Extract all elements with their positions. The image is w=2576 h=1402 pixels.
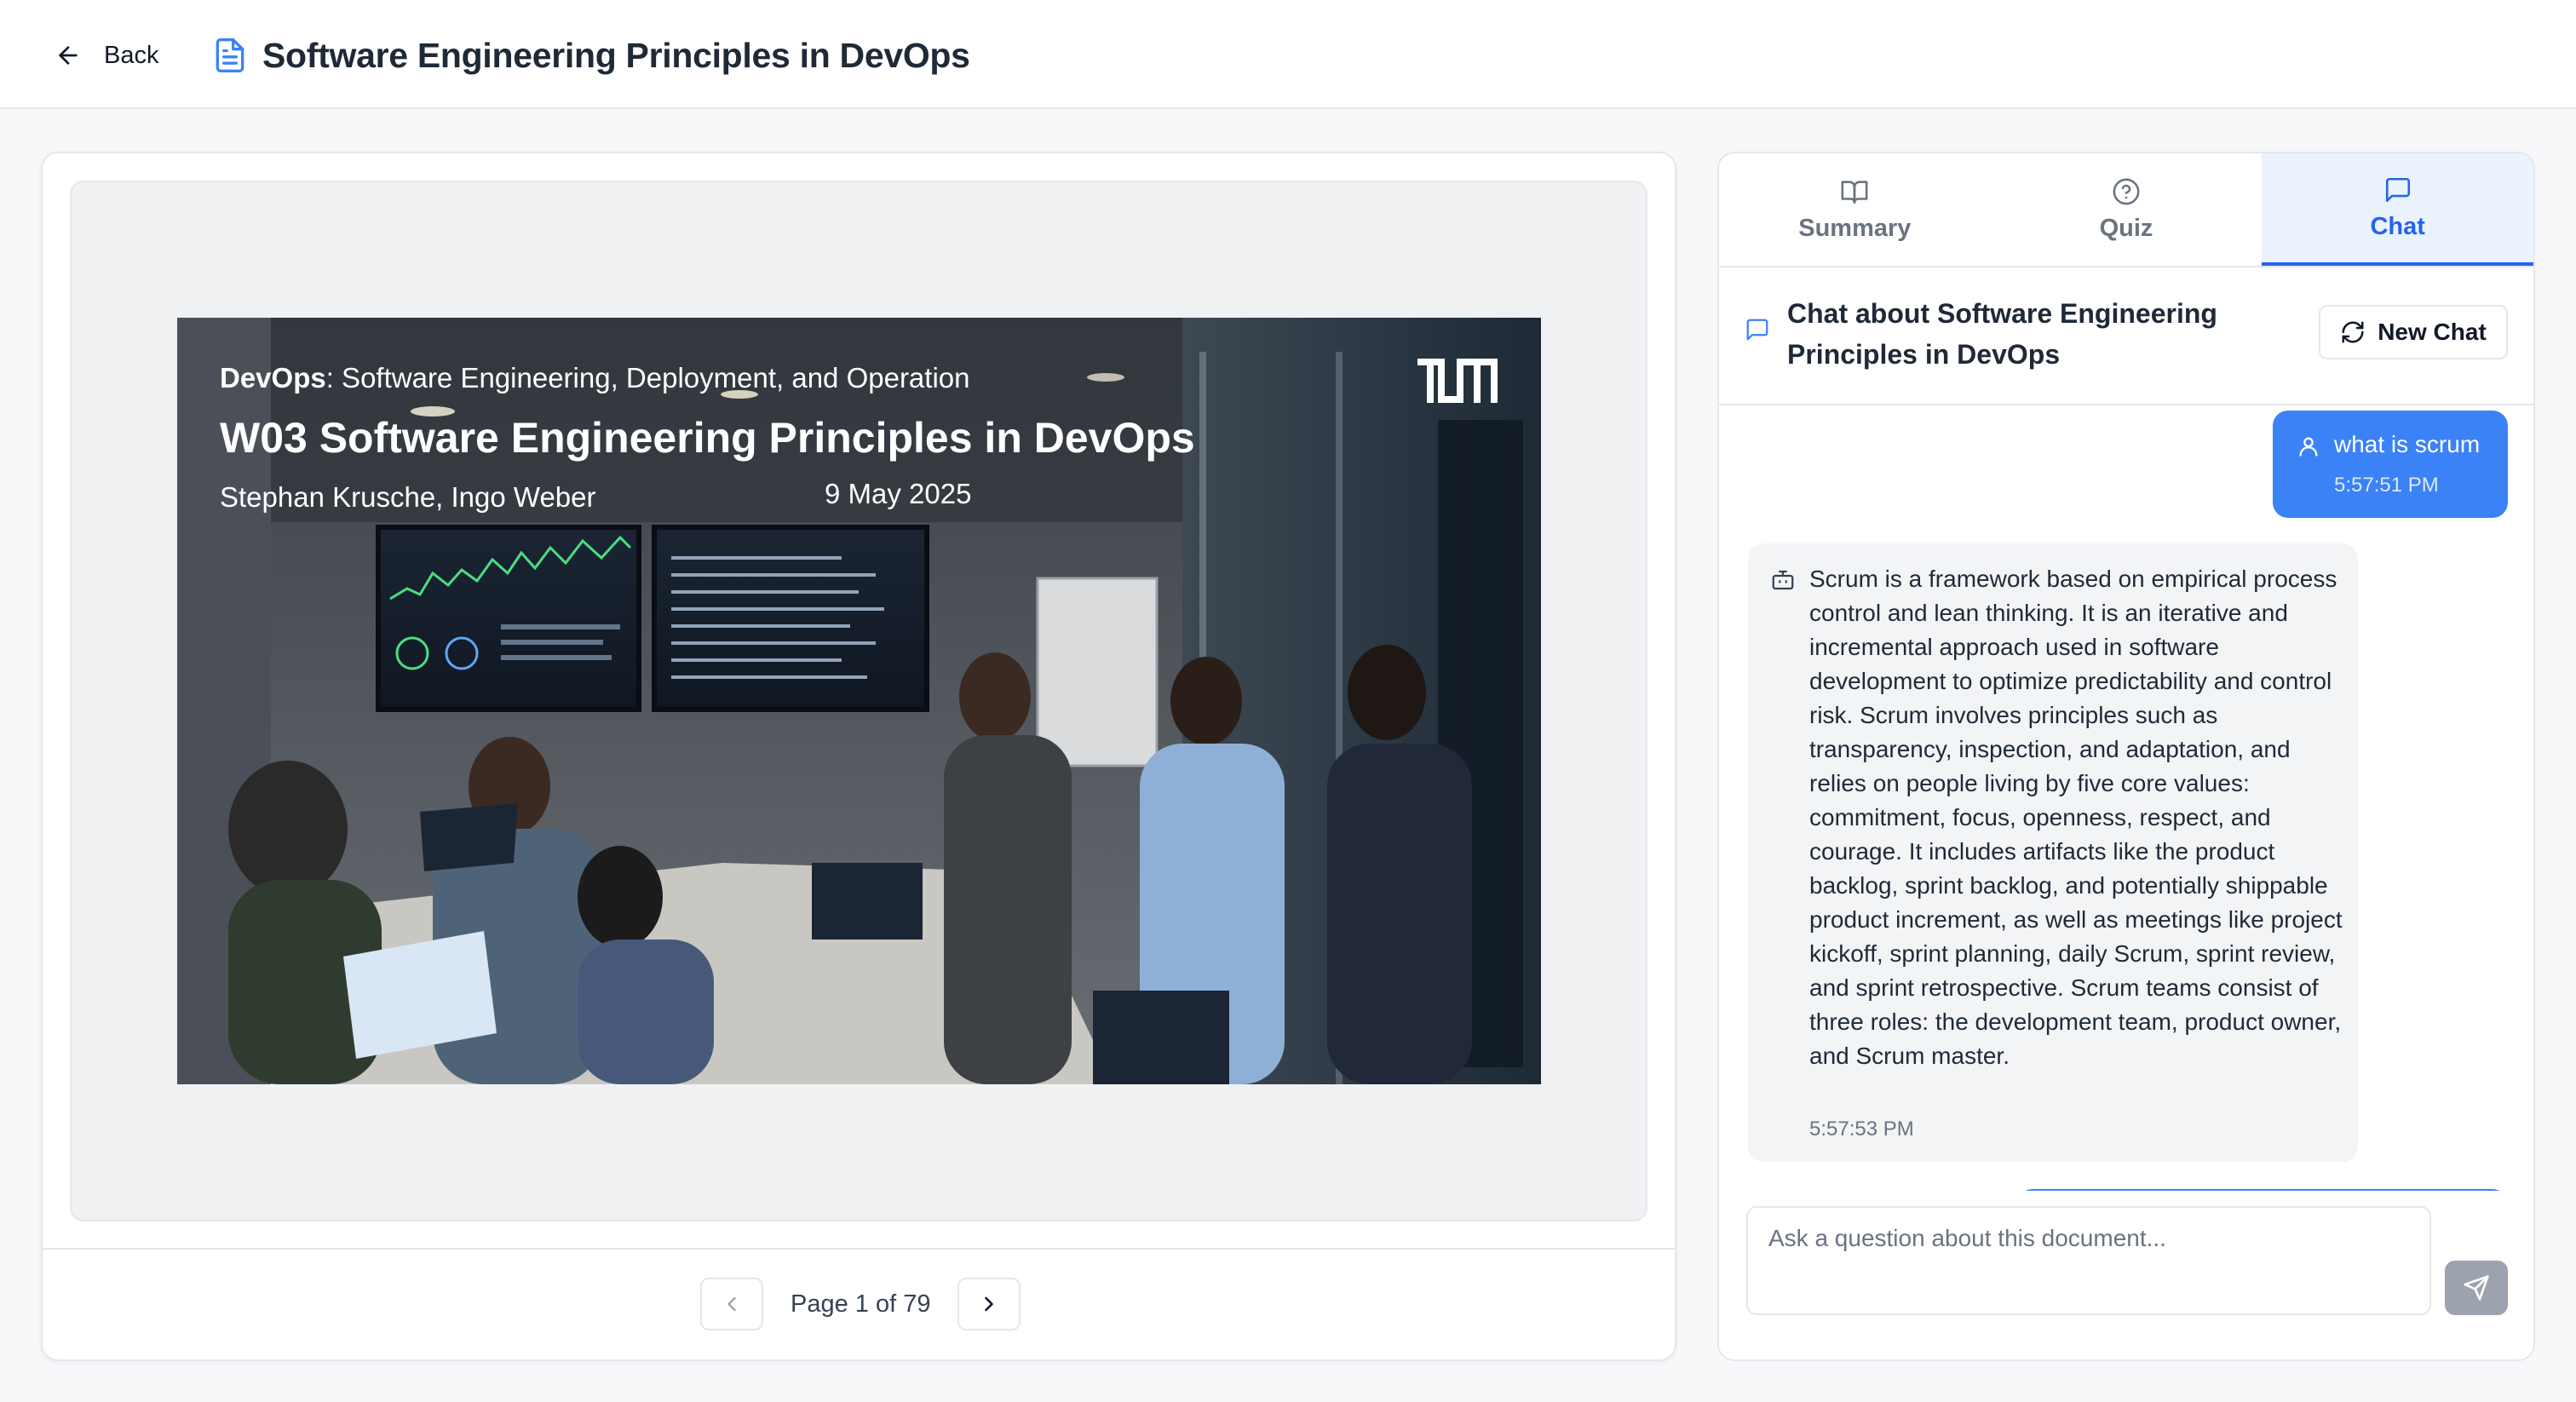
slide-authors: Stephan Krusche, Ingo Weber [220,481,596,513]
user-message: what is scrum 5:57:51 PM [2273,411,2508,518]
refresh-icon [2342,321,2364,343]
page-indicator: Page 1 of 79 [791,1290,931,1318]
viewer-divider [43,1248,1675,1250]
slide-date: 9 May 2025 [825,478,972,509]
chat-composer [1719,1192,2533,1359]
next-page-button[interactable] [957,1278,1021,1330]
slide-course-rest: : Software Engineering, Deployment, and … [325,362,970,394]
assistant-message-text: Scrum is a framework based on empirical … [1809,566,2343,1069]
user-icon [2299,437,2318,457]
title-group: Software Engineering Principles in DevOp… [211,31,970,80]
send-button[interactable] [2445,1261,2508,1315]
slide-page: DevOps: Software Engineering, Deployment… [177,318,1541,1084]
help-circle-icon [2113,178,2140,204]
file-text-icon [216,38,244,72]
panel-tabs: Summary Quiz Chat [1719,153,2533,267]
tab-summary[interactable]: Summary [1719,153,1991,266]
message-square-icon [2385,177,2410,202]
user-message-time: 5:57:51 PM [2334,474,2439,497]
user-message-text: what is scrum [2334,431,2481,457]
chevron-right-icon [985,1296,994,1312]
tab-summary-label: Summary [1798,214,1912,242]
tab-quiz[interactable]: Quiz [1991,153,2263,266]
page-title: Software Engineering Principles in DevOp… [262,35,970,75]
tab-quiz-label: Quiz [2099,214,2153,242]
new-chat-button[interactable]: New Chat [2319,305,2508,359]
chat-messages[interactable]: what is scrum 5:57:51 PM Scrum is a fram… [1719,407,2533,1191]
bot-icon [1772,570,1794,590]
new-chat-label: New Chat [2378,319,2487,345]
top-bar: Back Software Engineering Principles in … [0,0,2576,109]
slide-course-line: DevOps: Software Engineering, Deployment… [220,362,970,394]
book-open-icon [1841,180,1868,204]
chat-input[interactable] [1746,1206,2431,1315]
chat-title: Chat about Software Engineering Principl… [1787,298,2217,370]
chat-header: Chat about Software Engineering Principl… [1719,269,2533,405]
next-message-peek [2017,1189,2508,1191]
tab-chat-label: Chat [2370,212,2425,240]
assistant-message: Scrum is a framework based on empirical … [1748,543,2358,1162]
chevron-left-icon [727,1296,736,1312]
send-icon [2464,1275,2489,1301]
tum-logo-icon [1417,359,1498,403]
previous-page-button[interactable] [700,1278,763,1330]
side-panel: Summary Quiz Chat Chat about Software En… [1717,152,2535,1361]
message-square-icon [1746,319,1768,341]
back-label: Back [104,41,159,69]
pagination: Page 1 of 79 [700,1278,1021,1330]
arrow-left-icon [59,46,78,65]
tab-chat[interactable]: Chat [2262,153,2533,266]
back-button[interactable]: Back [55,34,158,77]
slide-title: W03 Software Engineering Principles in D… [220,414,1195,462]
assistant-message-time: 5:57:53 PM [1809,1118,1914,1141]
slide-course-prefix: DevOps [220,362,326,394]
